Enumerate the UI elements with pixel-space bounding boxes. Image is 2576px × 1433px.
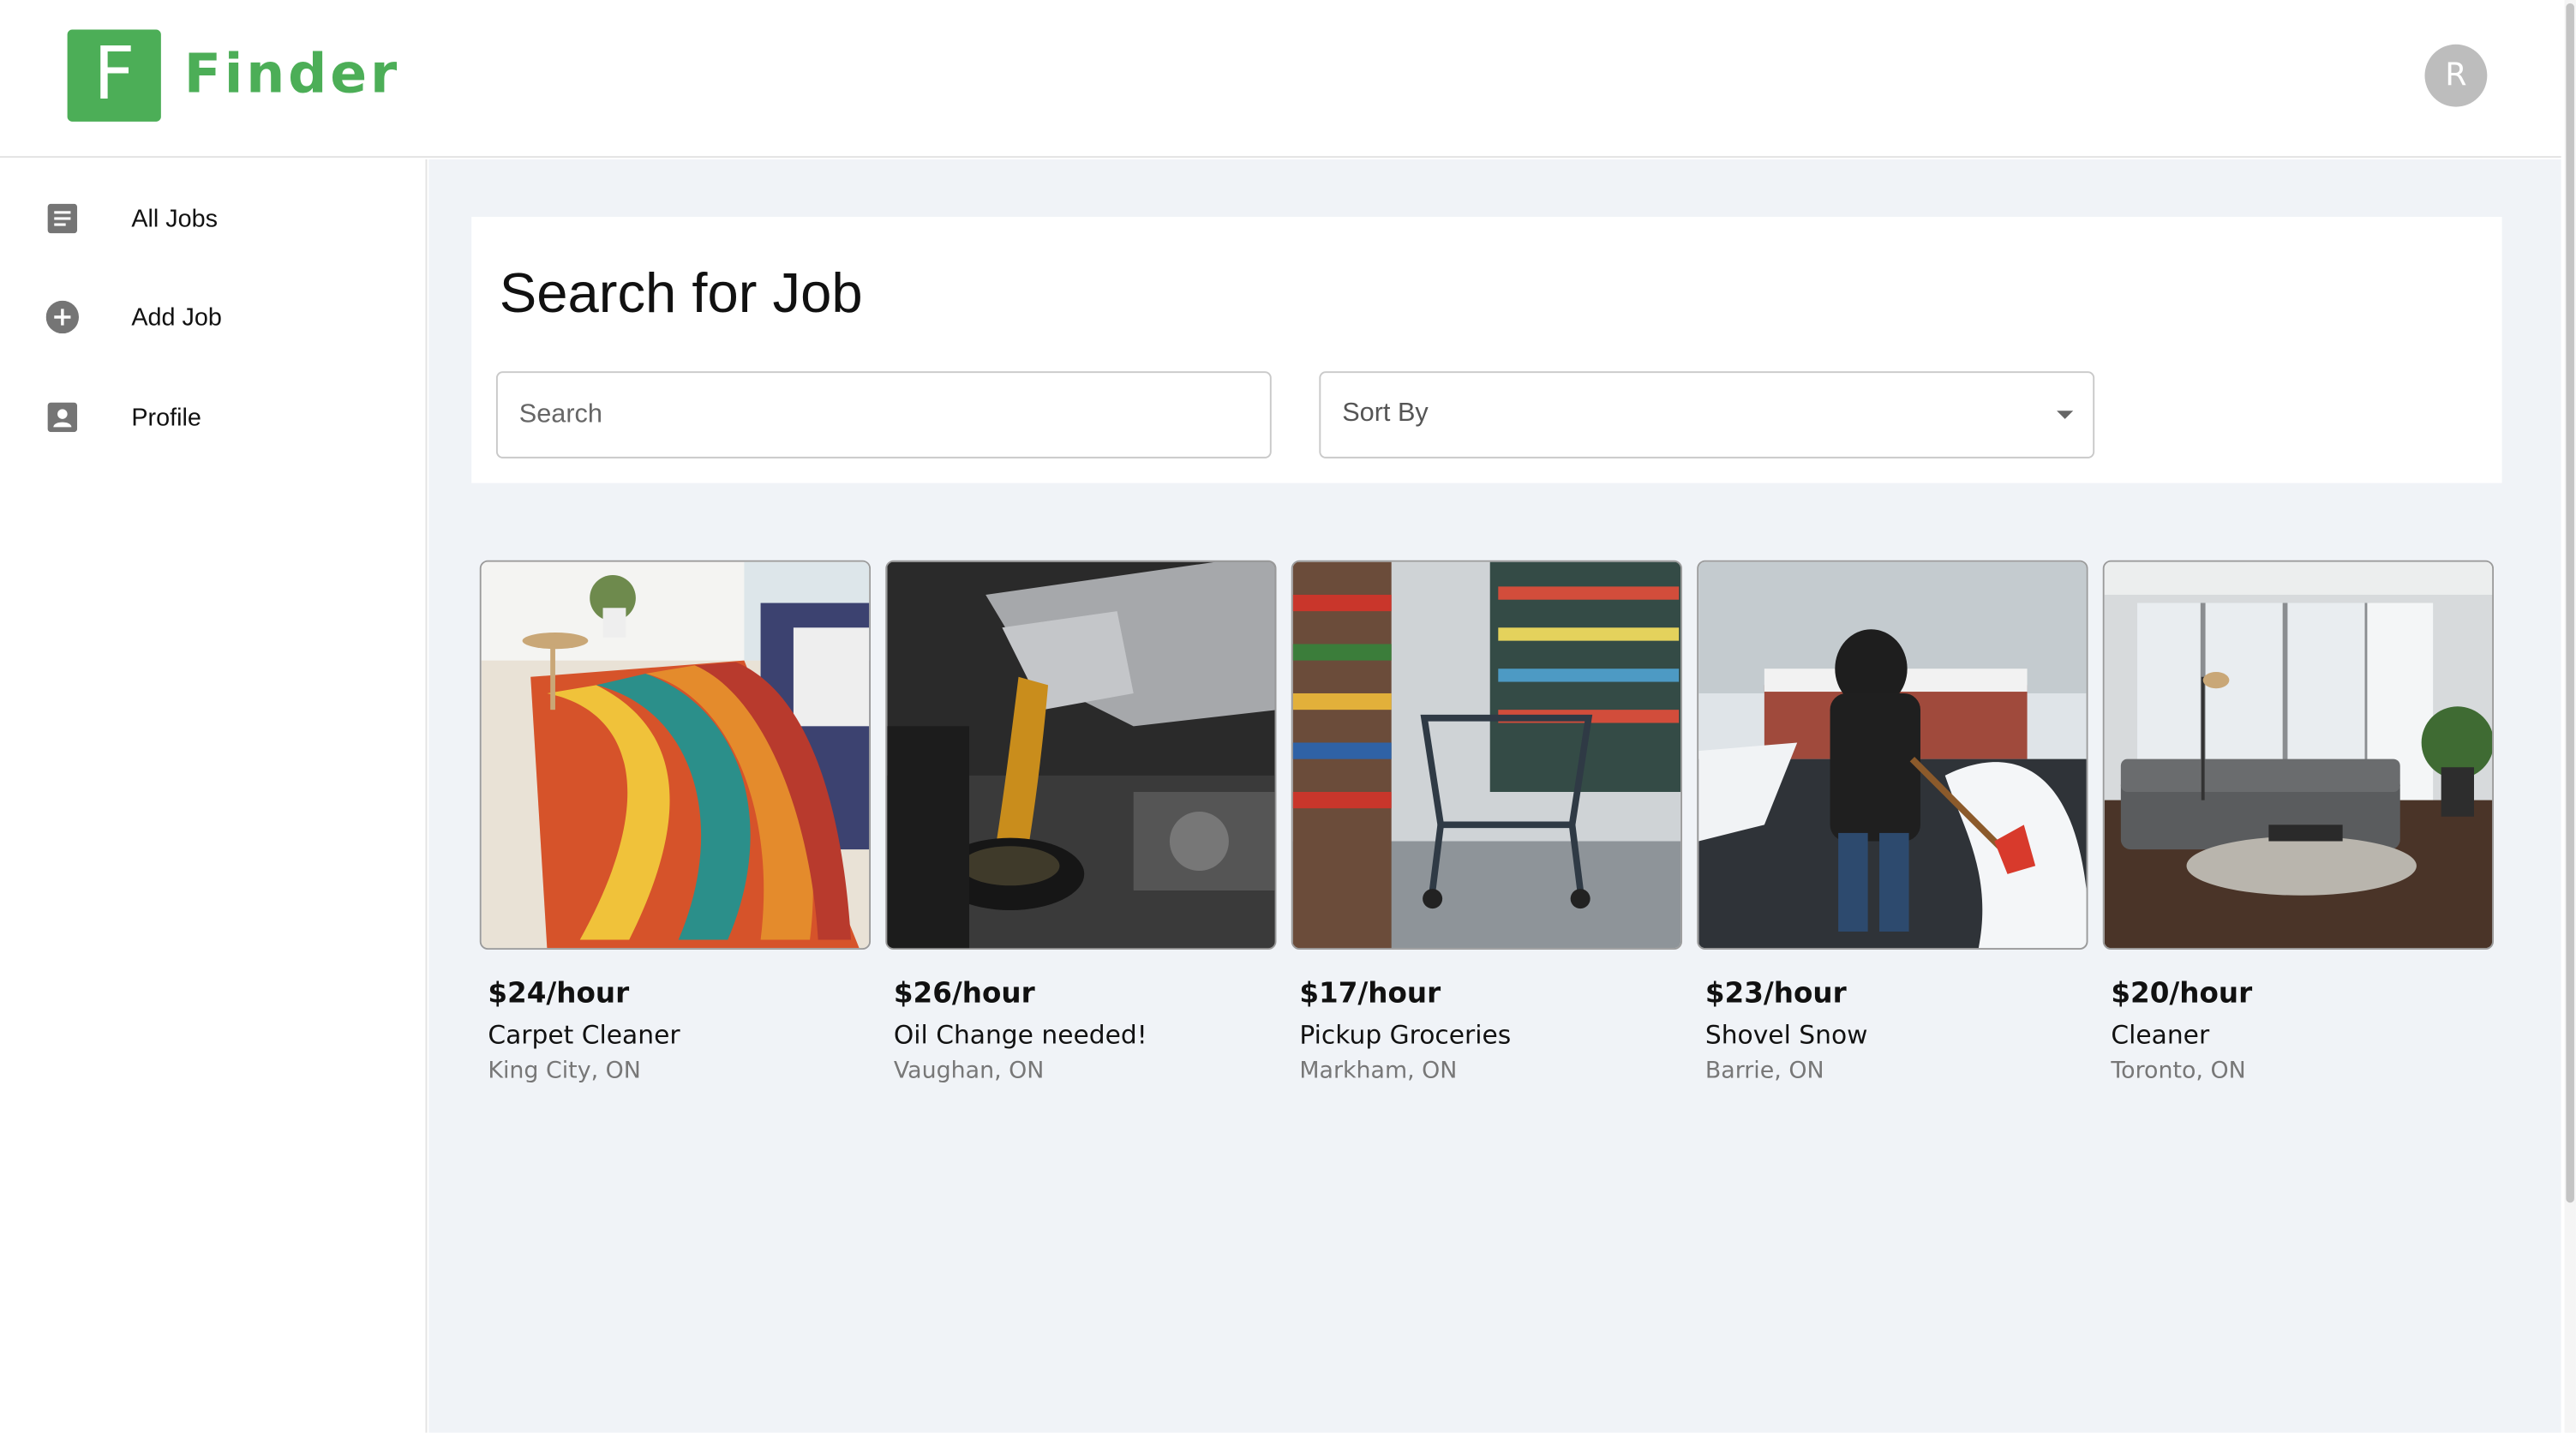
job-price: $17/hour bbox=[1299, 977, 1441, 1010]
job-card[interactable]: $17/hour Pickup Groceries Markham, ON bbox=[1291, 560, 1683, 1103]
list-doc-icon bbox=[46, 202, 79, 235]
job-card[interactable]: $26/hour Oil Change needed! Vaughan, ON bbox=[885, 560, 1277, 1103]
job-card[interactable]: $23/hour Shovel Snow Barrie, ON bbox=[1697, 560, 2088, 1103]
job-card[interactable]: $20/hour Cleaner Toronto, ON bbox=[2102, 560, 2495, 1103]
job-location: King City, ON bbox=[488, 1058, 641, 1085]
sidebar-item-profile[interactable]: Profile bbox=[0, 378, 426, 457]
sort-by-select[interactable]: Sort By bbox=[1319, 371, 2095, 459]
search-input[interactable] bbox=[497, 373, 1270, 457]
job-location: Barrie, ON bbox=[1704, 1058, 1824, 1085]
job-title[interactable]: Cleaner bbox=[2111, 1020, 2209, 1050]
job-price: $26/hour bbox=[893, 977, 1035, 1010]
job-location: Markham, ON bbox=[1299, 1058, 1458, 1085]
job-title[interactable]: Pickup Groceries bbox=[1299, 1020, 1511, 1050]
job-card[interactable]: $24/hour Carpet Cleaner King City, ON bbox=[479, 560, 872, 1103]
user-avatar[interactable]: R bbox=[2424, 44, 2488, 107]
sidebar-item-add-job[interactable]: Add Job bbox=[0, 278, 426, 357]
job-title[interactable]: Carpet Cleaner bbox=[488, 1020, 680, 1050]
page-title: Search for Job bbox=[499, 262, 863, 326]
person-shoveling-snow-photo[interactable] bbox=[1697, 560, 2088, 950]
sidebar-item-label: Add Job bbox=[131, 303, 222, 332]
app-name[interactable]: Finder bbox=[184, 41, 400, 105]
job-title[interactable]: Shovel Snow bbox=[1705, 1020, 1868, 1050]
grocery-cart-aisle-photo[interactable] bbox=[1291, 560, 1683, 950]
sidebar-item-all-jobs[interactable]: All Jobs bbox=[0, 179, 426, 258]
scrollbar-thumb[interactable] bbox=[2566, 3, 2574, 1203]
add-circle-icon bbox=[45, 300, 80, 334]
app-root: F Finder R All Jobs Add Job Profile Sear… bbox=[0, 0, 2576, 1433]
living-room-sofa-photo[interactable] bbox=[2102, 560, 2495, 950]
oil-pour-engine-photo[interactable] bbox=[885, 560, 1277, 950]
search-panel: Search for Job Sort By bbox=[471, 217, 2502, 483]
logo-icon[interactable]: F bbox=[67, 29, 161, 122]
main-content: Search for Job Sort By bbox=[428, 159, 2561, 1433]
page-scrollbar[interactable] bbox=[2564, 0, 2576, 1433]
person-box-icon bbox=[46, 401, 79, 434]
job-title[interactable]: Oil Change needed! bbox=[894, 1020, 1147, 1050]
sidebar: All Jobs Add Job Profile bbox=[0, 159, 428, 1433]
colorful-rug-photo[interactable] bbox=[479, 560, 872, 950]
job-location: Vaughan, ON bbox=[893, 1058, 1045, 1085]
job-price: $24/hour bbox=[488, 977, 630, 1010]
sort-by-label: Sort By bbox=[1342, 399, 1429, 428]
job-price: $23/hour bbox=[1704, 977, 1847, 1010]
top-app-bar: F Finder R bbox=[0, 0, 2561, 159]
sidebar-item-label: Profile bbox=[131, 403, 201, 432]
sidebar-item-label: All Jobs bbox=[131, 204, 219, 233]
job-location: Toronto, ON bbox=[2111, 1058, 2246, 1085]
chevron-down-icon[interactable] bbox=[2057, 411, 2074, 419]
search-field[interactable] bbox=[495, 371, 1272, 459]
job-price: $20/hour bbox=[2111, 977, 2253, 1010]
